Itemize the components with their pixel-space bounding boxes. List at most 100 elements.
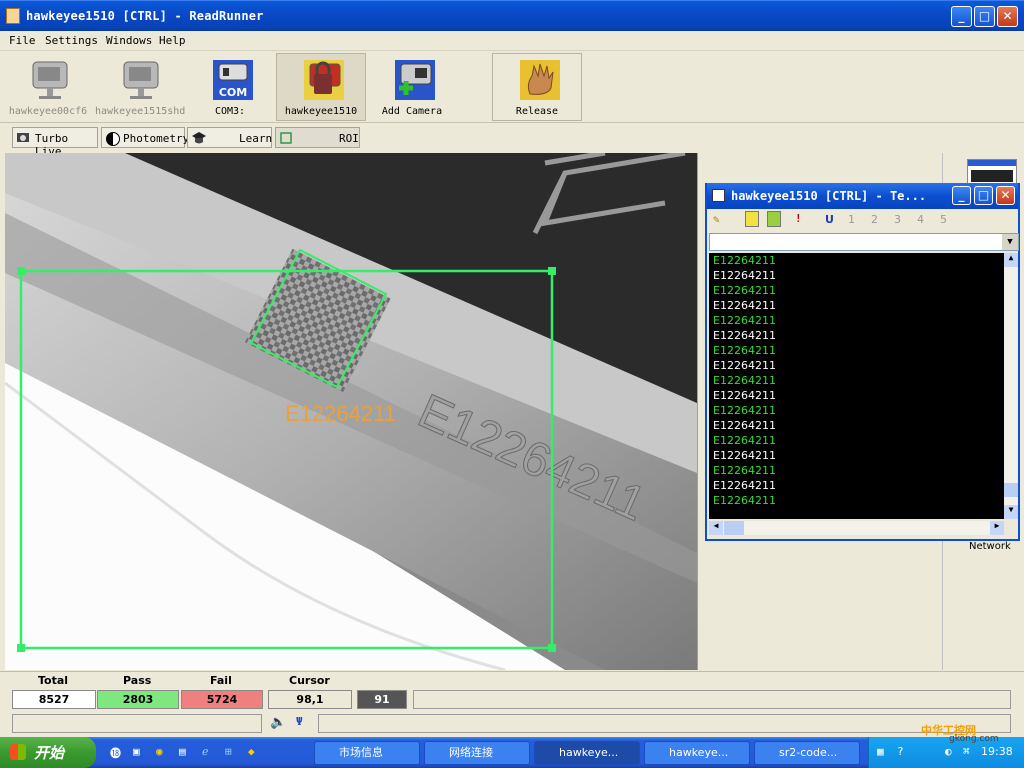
- minimize-button[interactable]: _: [951, 6, 972, 27]
- terminal-title-bar[interactable]: hawkeyee1510 [CTRL] - Te... _ □ ✕: [707, 183, 1018, 209]
- pass-header: Pass: [123, 674, 152, 687]
- quicklaunch-icon[interactable]: ◆: [248, 745, 255, 758]
- terminal-line: E12264211: [713, 449, 776, 462]
- pin-icon[interactable]: Ψ: [296, 715, 303, 728]
- camera-label: Release: [515, 106, 559, 117]
- terminal-line: E12264211: [713, 434, 776, 447]
- menu-settings[interactable]: Settings: [45, 34, 98, 47]
- terminal-line: E12264211: [713, 299, 776, 312]
- fail-header: Fail: [210, 674, 232, 687]
- tray-icon[interactable]: ▦: [877, 745, 884, 758]
- terminal-preset-1[interactable]: 1: [848, 213, 855, 226]
- quicklaunch-icon[interactable]: ⓲: [110, 745, 121, 761]
- release-button[interactable]: Release: [492, 53, 582, 121]
- camera-icon: [32, 61, 68, 99]
- taskbar-item[interactable]: hawkeye...: [644, 741, 750, 765]
- chevron-down-icon[interactable]: ▼: [1002, 234, 1018, 250]
- captured-image: E12264211 E12264211: [5, 153, 697, 670]
- graduation-cap-icon: [192, 132, 206, 144]
- help-icon[interactable]: ?: [897, 745, 904, 758]
- taskbar-item[interactable]: 市场信息: [314, 741, 420, 765]
- start-label: 开始: [34, 744, 65, 762]
- decoded-text-overlay: E12264211: [285, 401, 396, 426]
- terminal-line: E12264211: [713, 284, 776, 297]
- camera-label: COM3:: [214, 106, 246, 117]
- status-area: Total Pass Fail Cursor 8527 2803 5724 98…: [0, 671, 1024, 735]
- serial-port-icon: COM: [213, 60, 253, 100]
- terminal-window[interactable]: hawkeyee1510 [CTRL] - Te... _ □ ✕ ✎ ! U …: [705, 183, 1020, 541]
- terminal-preset-3[interactable]: 3: [894, 213, 901, 226]
- release-hand-icon: [520, 60, 560, 100]
- terminal-line: E12264211: [713, 344, 776, 357]
- quicklaunch-icon[interactable]: ⊞: [225, 745, 232, 758]
- maximize-button[interactable]: □: [974, 6, 995, 27]
- status-field: [413, 690, 1011, 709]
- svg-text:COM: COM: [219, 86, 247, 99]
- edit-icon[interactable]: ✎: [713, 213, 720, 226]
- camera-icon: [123, 61, 159, 99]
- total-header: Total: [38, 674, 69, 687]
- terminal-preset-4[interactable]: 4: [917, 213, 924, 226]
- camera-button-hawkeyee1515shd[interactable]: hawkeyee1515shd: [94, 53, 185, 121]
- roi-button[interactable]: ROI: [275, 127, 360, 148]
- app-icon[interactable]: [6, 8, 20, 24]
- terminal-command-select[interactable]: ▼: [709, 233, 1019, 251]
- terminal-toolbar: ✎ ! U 1 2 3 4 5: [709, 210, 1016, 232]
- tray-icon[interactable]: ◐: [945, 745, 952, 758]
- camera-image-view[interactable]: E12264211 E12264211: [5, 153, 697, 670]
- learn-button[interactable]: Learn: [187, 127, 272, 148]
- menu-help[interactable]: Help: [159, 34, 186, 47]
- roi-icon: [280, 132, 292, 144]
- pass-count: 2803: [97, 690, 179, 709]
- quicklaunch-icon[interactable]: ▤: [179, 745, 186, 758]
- upload-icon[interactable]: [767, 211, 781, 227]
- network-label: Network: [969, 541, 1011, 552]
- camera-label: hawkeyee00cf6: [8, 106, 88, 117]
- terminal-minimize-button[interactable]: _: [952, 186, 971, 205]
- roi-handle[interactable]: [17, 267, 25, 275]
- download-icon[interactable]: [745, 211, 759, 227]
- roi-handle[interactable]: [17, 644, 25, 652]
- terminal-u-button[interactable]: U: [825, 213, 834, 226]
- message-field: [12, 714, 262, 733]
- taskbar-item[interactable]: 网络连接: [424, 741, 530, 765]
- camera-button-com3[interactable]: COM COM3:: [185, 53, 275, 121]
- start-button[interactable]: 开始: [0, 737, 96, 768]
- terminal-preset-5[interactable]: 5: [940, 213, 947, 226]
- browser-icon[interactable]: ℯ: [202, 745, 209, 758]
- terminal-maximize-button[interactable]: □: [974, 186, 993, 205]
- terminal-output[interactable]: E12264211 E12264211 E12264211 E12264211 E122…: [709, 253, 1004, 519]
- terminal-line: E12264211: [713, 314, 776, 327]
- quicklaunch-icon[interactable]: ▣: [133, 745, 140, 758]
- roi-handle[interactable]: [548, 644, 556, 652]
- terminal-line: E12264211: [713, 494, 776, 507]
- terminal-line: E12264211: [713, 359, 776, 372]
- turbo-live-button[interactable]: Turbo Live: [12, 127, 98, 158]
- camera-button-hawkeyee00cf6[interactable]: hawkeyee00cf6: [3, 53, 93, 121]
- photometry-button[interactable]: Photometry: [101, 127, 189, 148]
- alert-icon[interactable]: !: [795, 212, 802, 225]
- close-button[interactable]: ✕: [997, 6, 1018, 27]
- watermark-url: gkong.com: [949, 734, 999, 744]
- camera-button-hawkeyee1510[interactable]: hawkeyee1510: [276, 53, 366, 121]
- terminal-line: E12264211: [713, 419, 776, 432]
- terminal-vertical-scrollbar[interactable]: ▲ ▼: [1004, 253, 1018, 519]
- network-tray-icon[interactable]: ⌘: [963, 745, 970, 758]
- camera-toolbar: hawkeyee00cf6 hawkeyee1515shd COM COM3: …: [0, 51, 1024, 123]
- add-camera-button[interactable]: Add Camera: [367, 53, 457, 121]
- roi-handle[interactable]: [548, 267, 556, 275]
- clock[interactable]: 19:38: [981, 745, 1013, 758]
- menu-file[interactable]: File: [9, 34, 36, 47]
- terminal-close-button[interactable]: ✕: [996, 186, 1015, 205]
- title-bar[interactable]: hawkeyee1510 [CTRL] - ReadRunner _ □ ✕: [0, 0, 1024, 31]
- terminal-preset-2[interactable]: 2: [871, 213, 878, 226]
- menu-windows[interactable]: Windows: [106, 34, 152, 47]
- terminal-title: hawkeyee1510 [CTRL] - Te...: [731, 189, 927, 203]
- quicklaunch-icon[interactable]: ◉: [156, 745, 163, 758]
- taskbar-item[interactable]: hawkeye...: [534, 741, 640, 765]
- terminal-line: E12264211: [713, 254, 776, 267]
- terminal-horizontal-scrollbar[interactable]: ◀ ▶: [709, 521, 1004, 535]
- add-camera-icon: [395, 60, 435, 100]
- taskbar-item[interactable]: sr2-code...: [754, 741, 860, 765]
- speaker-icon[interactable]: 🔈: [270, 715, 286, 730]
